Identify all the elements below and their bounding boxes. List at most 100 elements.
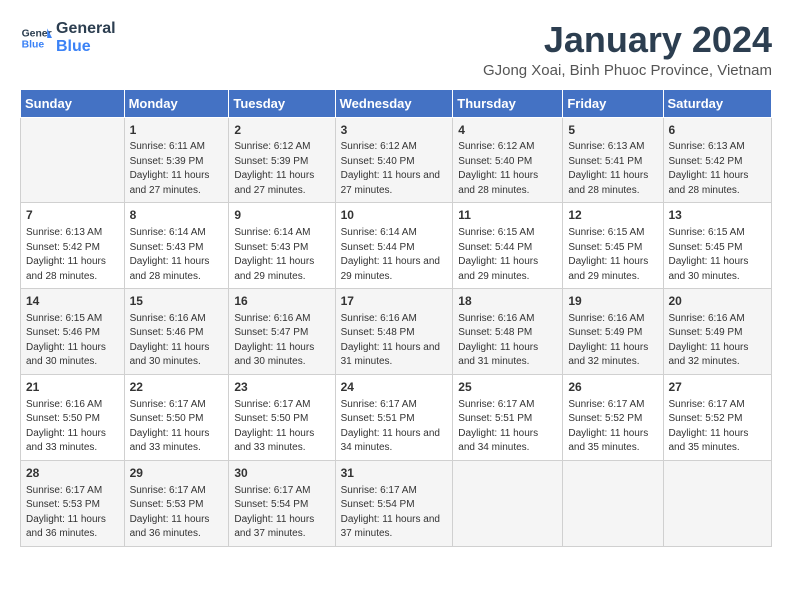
- day-number: 8: [130, 207, 224, 224]
- day-number: 1: [130, 122, 224, 139]
- calendar-header-row: SundayMondayTuesdayWednesdayThursdayFrid…: [21, 89, 772, 117]
- calendar-cell: 6Sunrise: 6:13 AMSunset: 5:42 PMDaylight…: [663, 117, 772, 203]
- calendar-cell: 18Sunrise: 6:16 AMSunset: 5:48 PMDayligh…: [453, 289, 563, 375]
- day-number: 19: [568, 293, 657, 310]
- calendar-cell: 7 Sunrise: 6:13 AMSunset: 5:42 PMDaylight…: [21, 203, 125, 289]
- day-number: 12: [568, 207, 657, 224]
- day-info: Sunrise: 6:16 AMSunset: 5:49 PMDaylight:…: [669, 312, 767, 370]
- calendar-cell: 10Sunrise: 6:14 AMSunset: 5:44 PMDayligh…: [335, 203, 453, 289]
- day-info: Sunrise: 6:16 AMSunset: 5:46 PMDaylight:…: [130, 312, 224, 370]
- day-number: 11: [458, 207, 557, 224]
- calendar-cell: 24 Sunrise: 6:17 AMSunset: 5:51 PMDayligh…: [335, 374, 453, 460]
- calendar-cell: 19 Sunrise: 6:16 AMSunset: 5:49 PMDayligh…: [563, 289, 663, 375]
- day-info: Sunrise: 6:17 AMSunset: 5:51 PMDaylight:…: [341, 398, 448, 456]
- day-number: 20: [669, 293, 767, 310]
- header-monday: Monday: [124, 89, 229, 117]
- day-number: 25: [458, 379, 557, 396]
- day-info: Sunrise: 6:16 AMSunset: 5:48 PMDaylight:…: [458, 312, 557, 370]
- day-number: 31: [341, 465, 448, 482]
- day-number: 24: [341, 379, 448, 396]
- logo-text-line2: Blue: [56, 38, 116, 56]
- header-wednesday: Wednesday: [335, 89, 453, 117]
- header-friday: Friday: [563, 89, 663, 117]
- logo-text-line1: General: [56, 20, 116, 38]
- calendar-cell: 22 Sunrise: 6:17 AMSunset: 5:50 PMDayligh…: [124, 374, 229, 460]
- day-info: Sunrise: 6:17 AMSunset: 5:52 PMDaylight:…: [669, 398, 767, 456]
- calendar-cell: 15 Sunrise: 6:16 AMSunset: 5:46 PMDayligh…: [124, 289, 229, 375]
- calendar-cell: 28Sunrise: 6:17 AMSunset: 5:53 PMDayligh…: [21, 460, 125, 546]
- location-subtitle: GJong Xoai, Binh Phuoc Province, Vietnam: [483, 62, 772, 79]
- day-info: Sunrise: 6:14 AMSunset: 5:43 PMDaylight:…: [130, 226, 224, 284]
- day-info: Sunrise: 6:12 AMSunset: 5:39 PMDaylight:…: [234, 140, 329, 198]
- day-info: Sunrise: 6:16 AMSunset: 5:50 PMDaylight:…: [26, 398, 119, 456]
- day-number: 15: [130, 293, 224, 310]
- day-number: 16: [234, 293, 329, 310]
- day-number: 5: [568, 122, 657, 139]
- day-number: 22: [130, 379, 224, 396]
- day-info: Sunrise: 6:16 AMSunset: 5:49 PMDaylight:…: [568, 312, 657, 370]
- day-number: 29: [130, 465, 224, 482]
- day-info: Sunrise: 6:15 AMSunset: 5:46 PMDaylight:…: [26, 312, 119, 370]
- calendar-cell: 4Sunrise: 6:12 AMSunset: 5:40 PMDaylight…: [453, 117, 563, 203]
- calendar-cell: 27Sunrise: 6:17 AMSunset: 5:52 PMDayligh…: [663, 374, 772, 460]
- logo-icon: General Blue: [20, 22, 52, 54]
- calendar-cell: 23Sunrise: 6:17 AMSunset: 5:50 PMDayligh…: [229, 374, 335, 460]
- day-number: 30: [234, 465, 329, 482]
- calendar-week-row: 7 Sunrise: 6:13 AMSunset: 5:42 PMDaylight…: [21, 203, 772, 289]
- calendar-cell: 26 Sunrise: 6:17 AMSunset: 5:52 PMDayligh…: [563, 374, 663, 460]
- calendar-cell: 30 Sunrise: 6:17 AMSunset: 5:54 PMDayligh…: [229, 460, 335, 546]
- logo: General Blue General Blue: [20, 20, 116, 56]
- calendar-cell: 3Sunrise: 6:12 AMSunset: 5:40 PMDaylight…: [335, 117, 453, 203]
- header-sunday: Sunday: [21, 89, 125, 117]
- day-info: Sunrise: 6:17 AMSunset: 5:54 PMDaylight:…: [341, 484, 448, 542]
- day-info: Sunrise: 6:17 AMSunset: 5:50 PMDaylight:…: [130, 398, 224, 456]
- calendar-cell: 14 Sunrise: 6:15 AMSunset: 5:46 PMDayligh…: [21, 289, 125, 375]
- calendar-cell: 9Sunrise: 6:14 AMSunset: 5:43 PMDaylight…: [229, 203, 335, 289]
- day-info: Sunrise: 6:15 AMSunset: 5:45 PMDaylight:…: [568, 226, 657, 284]
- calendar-cell: 2Sunrise: 6:12 AMSunset: 5:39 PMDaylight…: [229, 117, 335, 203]
- day-info: Sunrise: 6:12 AMSunset: 5:40 PMDaylight:…: [458, 140, 557, 198]
- day-info: Sunrise: 6:17 AMSunset: 5:53 PMDaylight:…: [130, 484, 224, 542]
- calendar-cell: 21 Sunrise: 6:16 AMSunset: 5:50 PMDayligh…: [21, 374, 125, 460]
- calendar-cell: 8 Sunrise: 6:14 AMSunset: 5:43 PMDaylight…: [124, 203, 229, 289]
- day-number: 17: [341, 293, 448, 310]
- calendar-cell: [563, 460, 663, 546]
- calendar-cell: 17 Sunrise: 6:16 AMSunset: 5:48 PMDayligh…: [335, 289, 453, 375]
- day-info: Sunrise: 6:13 AMSunset: 5:42 PMDaylight:…: [26, 226, 119, 284]
- day-info: Sunrise: 6:16 AMSunset: 5:48 PMDaylight:…: [341, 312, 448, 370]
- day-info: Sunrise: 6:12 AMSunset: 5:40 PMDaylight:…: [341, 140, 448, 198]
- day-number: 7: [26, 207, 119, 224]
- day-number: 14: [26, 293, 119, 310]
- day-number: 21: [26, 379, 119, 396]
- calendar-cell: 11 Sunrise: 6:15 AMSunset: 5:44 PMDayligh…: [453, 203, 563, 289]
- day-info: Sunrise: 6:13 AMSunset: 5:41 PMDaylight:…: [568, 140, 657, 198]
- calendar-week-row: 14 Sunrise: 6:15 AMSunset: 5:46 PMDayligh…: [21, 289, 772, 375]
- day-number: 2: [234, 122, 329, 139]
- calendar-cell: 29 Sunrise: 6:17 AMSunset: 5:53 PMDayligh…: [124, 460, 229, 546]
- day-info: Sunrise: 6:17 AMSunset: 5:53 PMDaylight:…: [26, 484, 119, 542]
- calendar-cell: 20 Sunrise: 6:16 AMSunset: 5:49 PMDayligh…: [663, 289, 772, 375]
- calendar-cell: 1Sunrise: 6:11 AMSunset: 5:39 PMDaylight…: [124, 117, 229, 203]
- calendar-table: SundayMondayTuesdayWednesdayThursdayFrid…: [20, 89, 772, 547]
- calendar-week-row: 28Sunrise: 6:17 AMSunset: 5:53 PMDayligh…: [21, 460, 772, 546]
- day-number: 4: [458, 122, 557, 139]
- calendar-cell: [453, 460, 563, 546]
- header-saturday: Saturday: [663, 89, 772, 117]
- day-info: Sunrise: 6:15 AMSunset: 5:45 PMDaylight:…: [669, 226, 767, 284]
- calendar-cell: 5Sunrise: 6:13 AMSunset: 5:41 PMDaylight…: [563, 117, 663, 203]
- calendar-cell: 25Sunrise: 6:17 AMSunset: 5:51 PMDayligh…: [453, 374, 563, 460]
- day-number: 26: [568, 379, 657, 396]
- day-info: Sunrise: 6:17 AMSunset: 5:52 PMDaylight:…: [568, 398, 657, 456]
- calendar-cell: 12 Sunrise: 6:15 AMSunset: 5:45 PMDayligh…: [563, 203, 663, 289]
- day-info: Sunrise: 6:15 AMSunset: 5:44 PMDaylight:…: [458, 226, 557, 284]
- day-number: 23: [234, 379, 329, 396]
- day-info: Sunrise: 6:11 AMSunset: 5:39 PMDaylight:…: [130, 140, 224, 198]
- calendar-week-row: 21 Sunrise: 6:16 AMSunset: 5:50 PMDayligh…: [21, 374, 772, 460]
- month-title: January 2024: [483, 20, 772, 60]
- day-number: 9: [234, 207, 329, 224]
- day-number: 3: [341, 122, 448, 139]
- day-number: 13: [669, 207, 767, 224]
- day-info: Sunrise: 6:17 AMSunset: 5:54 PMDaylight:…: [234, 484, 329, 542]
- calendar-cell: [21, 117, 125, 203]
- day-number: 6: [669, 122, 767, 139]
